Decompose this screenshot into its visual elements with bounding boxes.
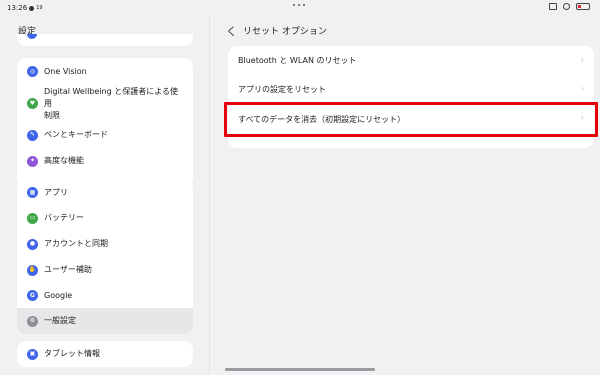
sidebar-item-advanced-features[interactable]: ✦ 高度な機能 [17, 148, 193, 174]
google-icon: G [27, 290, 38, 301]
multitask-dots-icon[interactable] [293, 4, 305, 6]
erase-all-data-row[interactable]: すべてのデータを消去（初期設定にリセット） › [228, 104, 594, 134]
sidebar-item-label: タブレット情報 [44, 349, 100, 358]
sidebar-item-label: バッテリー [44, 213, 84, 222]
sidebar-item-label: アプリ [44, 187, 68, 197]
sidebar-item-label: アカウントと同期 [44, 239, 108, 248]
sidebar-group-2: ▦ アプリ ▭ バッテリー ● アカウントと同期 ✋ ユーザー補助 G Goog… [17, 179, 193, 334]
reset-bluetooth-wlan-row[interactable]: Bluetooth と WLAN のリセット › [228, 46, 594, 74]
alarm-icon [563, 3, 570, 10]
sidebar-item-label: Google [44, 290, 73, 300]
sidebar-item-label: 一般設定 [44, 316, 76, 325]
pen-icon: ✎ [27, 129, 38, 141]
sidebar-item-tablet-info[interactable]: ▣ タブレット情報 [17, 341, 193, 367]
reset-app-settings-label: アプリの設定をリセット [238, 84, 326, 94]
screen-icon [549, 3, 557, 10]
sidebar-item-battery[interactable]: ▭ バッテリー [17, 205, 193, 231]
sidebar-card-stub [17, 34, 193, 46]
sidebar-item-accounts[interactable]: ● アカウントと同期 [17, 231, 193, 257]
notification-icon [29, 5, 35, 11]
sidebar-item-label: 高度な機能 [44, 156, 84, 165]
back-arrow-icon[interactable]: く [226, 23, 237, 39]
sidebar-item-apps[interactable]: ▦ アプリ [17, 180, 193, 205]
sidebar-item-pen-keyboard[interactable]: ✎ ペンとキーボード [17, 122, 193, 148]
general-settings-icon: ⚙ [27, 315, 38, 327]
reset-options-card: Bluetooth と WLAN のリセット › アプリの設定をリセット › す… [228, 46, 594, 148]
sidebar-item-label: ユーザー補助 [44, 265, 92, 274]
tablet-info-icon: ▣ [27, 348, 38, 360]
sidebar-item-digital-wellbeing[interactable]: ♥ Digital Wellbeing と保護者による使用 制限 [17, 85, 193, 122]
status-time-group: 13:26 19 [7, 4, 43, 12]
chevron-right-icon: › [580, 84, 584, 93]
status-time: 13:26 [7, 4, 28, 12]
partial-item-icon [27, 34, 37, 39]
sidebar-item-general-settings[interactable]: ⚙ 一般設定 [17, 308, 193, 334]
accessibility-icon: ✋ [27, 264, 38, 276]
sidebar-item-accessibility[interactable]: ✋ ユーザー補助 [17, 257, 193, 283]
sidebar-item-google[interactable]: G Google [17, 283, 193, 308]
reset-app-settings-row[interactable]: アプリの設定をリセット › [228, 75, 594, 103]
apps-icon: ▦ [27, 187, 38, 198]
sidebar-group-1: ◎ One Vision ♥ Digital Wellbeing と保護者による… [17, 58, 193, 187]
chevron-right-icon: › [580, 113, 584, 122]
sidebar-item-label: One Vision [44, 66, 87, 76]
status-indicator: 19 [36, 5, 43, 11]
sidebar-group-3: ▣ タブレット情報 [17, 341, 193, 367]
reset-bluetooth-wlan-label: Bluetooth と WLAN のリセット [238, 55, 357, 65]
status-icons [549, 3, 590, 10]
erase-all-data-label: すべてのデータを消去（初期設定にリセット） [238, 114, 406, 124]
battery-icon: ▭ [27, 212, 38, 224]
sidebar-item-label: ペンとキーボード [44, 130, 108, 139]
account-icon: ● [27, 238, 38, 250]
one-vision-icon: ◎ [27, 66, 38, 77]
sidebar-item-label: Digital Wellbeing と保護者による使用 制限 [44, 86, 178, 120]
advanced-features-icon: ✦ [27, 155, 38, 167]
status-bar: 13:26 19 [0, 0, 600, 16]
wellbeing-icon: ♥ [27, 98, 38, 109]
page-title: リセット オプション [243, 27, 327, 37]
home-indicator[interactable] [225, 368, 375, 371]
sidebar-item-one-vision[interactable]: ◎ One Vision [17, 58, 193, 85]
settings-sidebar: 設定 ◎ One Vision ♥ Digital Wellbeing と保護者… [0, 16, 210, 375]
reset-options-panel: く リセット オプション Bluetooth と WLAN のリセット › アプ… [211, 16, 600, 375]
battery-status-icon [576, 3, 590, 10]
chevron-right-icon: › [580, 55, 584, 64]
